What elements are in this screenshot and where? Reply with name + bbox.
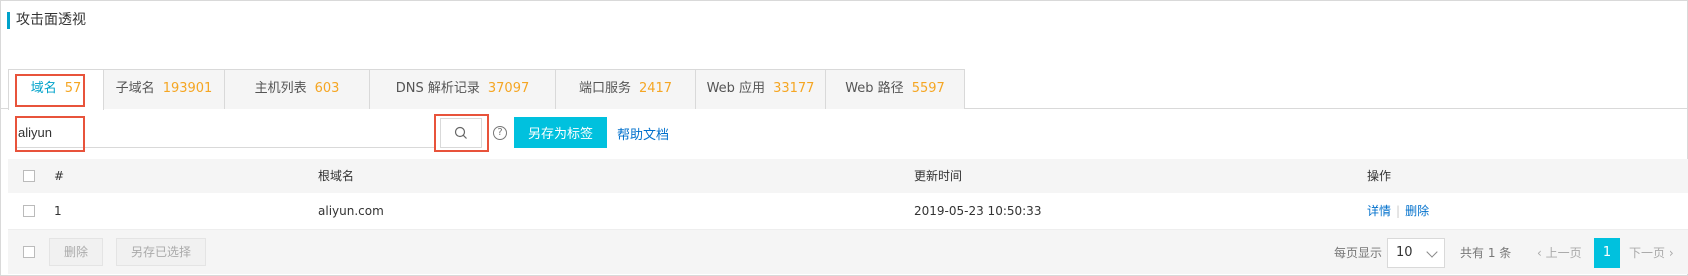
action-separator: | (1396, 204, 1401, 218)
row-actions: 详情 | 删除 (1367, 203, 1429, 219)
tab-domain[interactable]: 域名 57 (8, 69, 104, 110)
row-checkbox[interactable] (23, 205, 35, 217)
footer-select-all-checkbox[interactable] (23, 246, 35, 258)
chevron-left-icon: ‹ (1537, 246, 1542, 260)
prev-page-button[interactable]: ‹ 上一页 (1537, 245, 1582, 261)
column-header-updated: 更新时间 (914, 169, 963, 183)
tab-subdomain-count: 193901 (162, 81, 213, 96)
help-doc-link[interactable]: 帮助文档 (617, 124, 669, 143)
search-button[interactable] (440, 118, 482, 148)
row-updated-time: 2019-05-23 10:50:33 (914, 204, 1042, 218)
select-all-checkbox[interactable] (23, 170, 35, 182)
tab-subdomain[interactable]: 子域名 193901 (103, 69, 225, 109)
tab-domain-label: 域名 (30, 81, 57, 96)
column-header-actions: 操作 (1367, 169, 1392, 183)
tab-web-apps-count: 33177 (773, 81, 815, 96)
page-header: 攻击面透视 (0, 0, 1688, 50)
save-as-tag-button[interactable]: 另存为标签 (514, 117, 607, 148)
table-footer: 删除 另存已选择 每页显示 10 共有 1 条 ‹ 上一页 1 下一页 › (8, 230, 1688, 274)
details-link[interactable]: 详情 (1367, 204, 1391, 218)
save-selected-button[interactable]: 另存已选择 (116, 238, 207, 266)
tab-host-list-label: 主机列表 (254, 81, 307, 96)
tab-dns-records-label: DNS 解析记录 (395, 81, 480, 96)
tab-port-services-count: 2417 (638, 81, 673, 96)
per-page-label: 每页显示 (1334, 246, 1383, 260)
next-page-label: 下一页 (1629, 246, 1666, 260)
delete-link[interactable]: 删除 (1405, 204, 1429, 218)
search-input[interactable] (16, 118, 436, 148)
tab-subdomain-label: 子域名 (115, 81, 155, 96)
tab-web-paths-label: Web 路径 (845, 81, 904, 96)
row-root-domain: aliyun.com (318, 204, 384, 218)
tab-port-services-label: 端口服务 (578, 81, 631, 96)
tab-web-paths[interactable]: Web 路径 5597 (825, 69, 965, 109)
row-index: 1 (54, 204, 62, 218)
search-icon (454, 126, 467, 139)
tab-dns-records[interactable]: DNS 解析记录 37097 (369, 69, 556, 109)
page-size-value: 10 (1396, 245, 1413, 260)
table-header: # 根域名 更新时间 操作 (8, 159, 1688, 193)
tab-web-apps[interactable]: Web 应用 33177 (695, 69, 826, 109)
next-page-button[interactable]: 下一页 › (1629, 245, 1674, 261)
page-number-current[interactable]: 1 (1594, 238, 1620, 268)
help-question-icon[interactable]: ? (493, 126, 507, 140)
delete-button[interactable]: 删除 (49, 238, 104, 266)
tab-web-paths-count: 5597 (911, 81, 945, 96)
tab-bar: 域名 57 子域名 193901 主机列表 603 DNS 解析记录 37097 端口服… (0, 69, 1688, 110)
page-size-select[interactable]: 10 (1387, 238, 1445, 268)
tab-web-apps-label: Web 应用 (706, 81, 766, 96)
chevron-down-icon (1426, 246, 1438, 258)
tab-port-services[interactable]: 端口服务 2417 (555, 69, 696, 109)
tab-host-list[interactable]: 主机列表 603 (224, 69, 370, 109)
tab-host-list-count: 603 (314, 81, 340, 96)
tab-domain-count: 57 (64, 81, 82, 96)
column-header-root-domain: 根域名 (318, 169, 355, 183)
tab-dns-records-count: 37097 (487, 81, 530, 96)
total-count: 共有 1 条 (1460, 246, 1512, 260)
title-accent-bar (7, 12, 10, 29)
page-title: 攻击面透视 (16, 12, 86, 28)
prev-page-label: 上一页 (1545, 246, 1582, 260)
column-header-index: # (54, 169, 65, 183)
chevron-right-icon: › (1668, 246, 1674, 260)
table-row: 1 aliyun.com 2019-05-23 10:50:33 详情 | 删除 (8, 193, 1688, 230)
